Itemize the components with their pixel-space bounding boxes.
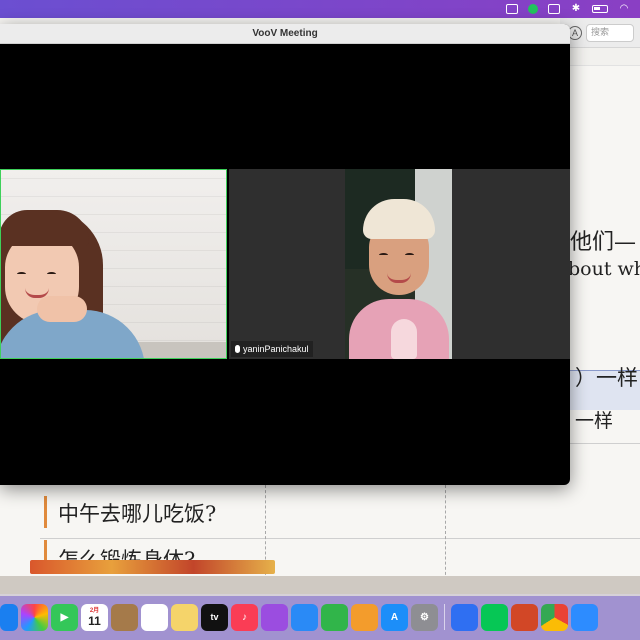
keynote-icon[interactable]: [291, 603, 318, 631]
doc-row-2: 一样: [575, 410, 614, 432]
document-toolbar: A 搜索: [560, 18, 640, 48]
powerpoint-icon[interactable]: [511, 603, 538, 631]
grid-icon[interactable]: [548, 4, 560, 14]
app-store-icon[interactable]: A: [381, 603, 408, 631]
document-footer: [0, 576, 640, 596]
participant-hair: [1, 210, 89, 246]
window-title[interactable]: VooV Meeting: [0, 24, 570, 44]
bunny-toy: [391, 319, 417, 359]
video-tile-remote[interactable]: yaninPanichakul: [229, 169, 570, 359]
toolbar-divider: [560, 48, 640, 66]
reminders-icon[interactable]: [141, 603, 168, 631]
participant-video: [345, 169, 452, 359]
apple-tv-icon[interactable]: tv: [201, 603, 228, 631]
pages-icon[interactable]: [351, 603, 378, 631]
eye: [405, 253, 414, 257]
facetime-icon[interactable]: ▶: [51, 603, 78, 631]
contacts-icon[interactable]: [111, 603, 138, 631]
doc-line-1: 他们—: [570, 230, 637, 255]
doc-row-1: ）一样: [575, 366, 638, 390]
notes-icon[interactable]: [171, 603, 198, 631]
line-app-icon[interactable]: [528, 4, 538, 14]
podcasts-icon[interactable]: [261, 603, 288, 631]
voov-meeting-icon[interactable]: [451, 603, 478, 631]
eye: [47, 272, 56, 276]
line-icon[interactable]: [481, 603, 508, 631]
doc-line-2: bout wh: [568, 258, 640, 280]
participant-hand: [37, 296, 87, 322]
music-icon[interactable]: ♪: [231, 603, 258, 631]
participant-name: yaninPanichakul: [243, 344, 309, 354]
calendar-day: 11: [88, 613, 101, 628]
chrome-icon[interactable]: [541, 603, 568, 631]
microphone-icon: [235, 345, 240, 353]
eye: [379, 253, 388, 257]
wifi-icon[interactable]: ◠: [618, 4, 630, 14]
photos-icon[interactable]: [21, 603, 48, 631]
voov-meeting-window: VooV Meeting yaninPanichakul: [0, 24, 570, 485]
system-preferences-icon[interactable]: ⚙: [411, 603, 438, 631]
bluetooth-icon[interactable]: ✱: [570, 4, 582, 14]
annotate-icon[interactable]: A: [568, 25, 582, 40]
dock-divider: [444, 604, 445, 630]
table-rule: [40, 538, 640, 539]
camera-status-icon[interactable]: [506, 4, 518, 14]
table-rule: [570, 443, 640, 444]
menu-bar: ✱ ◠: [0, 0, 640, 18]
battery-icon[interactable]: [592, 5, 608, 13]
table-column-divider: [445, 485, 446, 580]
calendar-icon[interactable]: 2月 11: [81, 603, 108, 631]
app-store-icon[interactable]: [0, 603, 18, 631]
table-cell: 中午去哪儿吃饭?: [58, 502, 217, 526]
participant-name-tag: yaninPanichakul: [231, 341, 313, 357]
eye: [17, 272, 26, 276]
row-marker: [44, 496, 47, 528]
banner-thumbnail[interactable]: [30, 560, 275, 574]
video-tile-local[interactable]: [0, 169, 227, 359]
dock: ▶ 2月 11 tv ♪ A ⚙: [0, 594, 640, 640]
zoom-icon[interactable]: [571, 603, 598, 631]
search-input[interactable]: 搜索: [586, 23, 634, 42]
numbers-icon[interactable]: [321, 603, 348, 631]
